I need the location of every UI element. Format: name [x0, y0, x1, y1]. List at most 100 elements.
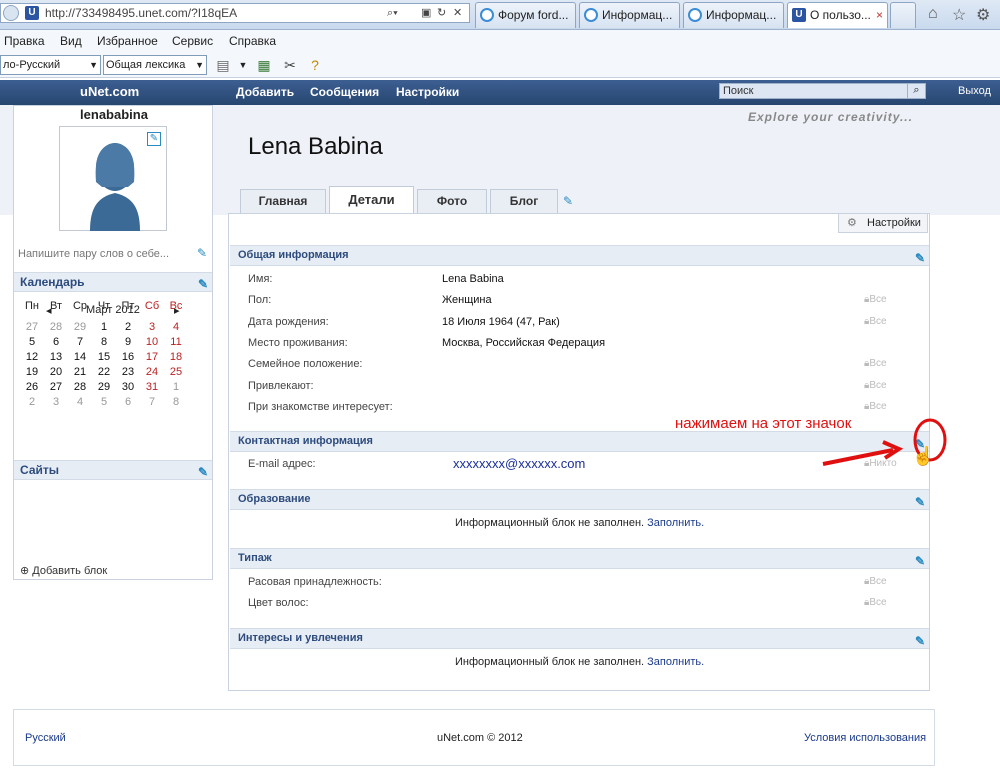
- nav-settings[interactable]: Настройки: [396, 85, 459, 99]
- pencil-icon[interactable]: ✎: [915, 552, 925, 571]
- calendar-day[interactable]: 20: [44, 366, 68, 381]
- menu-edit[interactable]: Правка: [4, 30, 45, 52]
- refresh-icon[interactable]: ↻: [437, 4, 446, 22]
- calendar-day[interactable]: 13: [44, 351, 68, 366]
- calendar-day[interactable]: 31: [140, 381, 164, 396]
- menu-tools[interactable]: Сервис: [172, 30, 213, 52]
- terms-link[interactable]: Условия использования: [804, 732, 926, 744]
- calendar-day[interactable]: 22: [92, 366, 116, 381]
- privacy-all[interactable]: 🔒︎Все: [864, 316, 887, 327]
- translate-icon[interactable]: ▤: [214, 56, 232, 74]
- privacy-all[interactable]: 🔒︎Все: [864, 380, 887, 391]
- weekday-label: Ср: [72, 300, 88, 312]
- language-link[interactable]: Русский: [25, 732, 66, 744]
- tab-photo[interactable]: Фото: [417, 189, 487, 213]
- help-icon[interactable]: ?: [306, 56, 324, 74]
- fill-link[interactable]: Заполнить.: [647, 656, 704, 668]
- new-tab-button[interactable]: [890, 2, 916, 28]
- address-url[interactable]: http://733498495.unet.com/?I18qEA: [45, 4, 237, 22]
- compat-view-icon[interactable]: ▣: [421, 4, 431, 22]
- search-icon[interactable]: ⌕▾: [387, 4, 398, 22]
- calendar-day[interactable]: 11: [164, 336, 188, 351]
- privacy-all[interactable]: 🔒︎Все: [864, 597, 887, 608]
- search-icon[interactable]: ⌕: [907, 84, 925, 98]
- stop-icon[interactable]: ✕: [453, 4, 462, 22]
- calendar-day[interactable]: 10: [140, 336, 164, 351]
- pencil-icon[interactable]: ✎: [198, 275, 208, 293]
- favorites-star-icon[interactable]: ☆: [952, 5, 966, 25]
- fill-link[interactable]: Заполнить.: [647, 517, 704, 529]
- calendar-day[interactable]: 16: [116, 351, 140, 366]
- add-block-button[interactable]: ⊕ Добавить блок: [20, 564, 107, 577]
- pencil-icon[interactable]: ✎: [915, 493, 925, 512]
- status-input[interactable]: Напишите пару слов о себе...: [18, 248, 208, 260]
- calendar-day[interactable]: 30: [116, 381, 140, 396]
- pencil-icon[interactable]: ✎: [915, 249, 925, 268]
- edit-tabs-pencil-icon[interactable]: ✎: [563, 194, 573, 208]
- calendar-day[interactable]: 27: [44, 381, 68, 396]
- browser-tab[interactable]: Информац...: [683, 2, 784, 28]
- calendar-day[interactable]: 15: [92, 351, 116, 366]
- lexicon-select[interactable]: Общая лексика ▼: [103, 55, 207, 75]
- privacy-all[interactable]: 🔒︎Все: [864, 401, 887, 412]
- avatar[interactable]: ✎: [59, 126, 167, 231]
- calendar-week: 12 13 14 15 16 17 18: [20, 351, 200, 366]
- calendar-day[interactable]: 28: [68, 381, 92, 396]
- calendar-day[interactable]: 8: [92, 336, 116, 351]
- calendar-day[interactable]: 14: [68, 351, 92, 366]
- tab-blog[interactable]: Блог: [490, 189, 558, 213]
- calendar-day[interactable]: 2: [116, 321, 140, 336]
- chevron-down-icon[interactable]: ▼: [234, 56, 252, 74]
- calendar-day[interactable]: 17: [140, 351, 164, 366]
- privacy-all[interactable]: 🔒︎Все: [864, 576, 887, 587]
- calendar-day[interactable]: 23: [116, 366, 140, 381]
- calendar-day[interactable]: 3: [140, 321, 164, 336]
- menu-help[interactable]: Справка: [229, 30, 276, 52]
- back-button[interactable]: [3, 5, 19, 21]
- calendar-day[interactable]: 18: [164, 351, 188, 366]
- calendar-day[interactable]: 19: [20, 366, 44, 381]
- gear-icon[interactable]: ⚙: [976, 5, 990, 25]
- copyright: uNet.com © 2012: [437, 732, 523, 744]
- tab-details[interactable]: Детали: [329, 186, 414, 214]
- calendar-day[interactable]: 1: [92, 321, 116, 336]
- tab-main[interactable]: Главная: [240, 189, 326, 213]
- calendar-day[interactable]: 9: [116, 336, 140, 351]
- pencil-icon[interactable]: ✎: [198, 463, 208, 481]
- calendar-day[interactable]: 24: [140, 366, 164, 381]
- calendar-day[interactable]: 21: [68, 366, 92, 381]
- logout-link[interactable]: Выход: [958, 85, 991, 97]
- close-tab-icon[interactable]: ×: [876, 3, 883, 27]
- menu-favorites[interactable]: Избранное: [97, 30, 158, 52]
- calendar-day[interactable]: 29: [92, 381, 116, 396]
- nav-messages[interactable]: Сообщения: [310, 85, 379, 99]
- privacy-all[interactable]: 🔒︎Все: [864, 358, 887, 369]
- home-icon[interactable]: ⌂: [928, 5, 938, 23]
- site-logo[interactable]: uNet.com: [80, 84, 139, 99]
- calendar-day[interactable]: 5: [20, 336, 44, 351]
- browser-tab[interactable]: Информац...: [579, 2, 680, 28]
- search-input[interactable]: Поиск ⌕: [719, 83, 926, 99]
- calendar-day[interactable]: 6: [44, 336, 68, 351]
- calendar-day[interactable]: 25: [164, 366, 188, 381]
- dictionary-icon[interactable]: ▦: [255, 56, 273, 74]
- nav-add[interactable]: Добавить: [236, 85, 294, 99]
- calendar-day[interactable]: 12: [20, 351, 44, 366]
- pencil-icon[interactable]: ✎: [915, 632, 925, 651]
- language-select[interactable]: ло-Русский ▼: [0, 55, 101, 75]
- edit-avatar-pencil-icon[interactable]: ✎: [147, 132, 161, 146]
- calendar-day[interactable]: 4: [164, 321, 188, 336]
- browser-tab-active[interactable]: UО пользо... ×: [787, 2, 888, 28]
- browser-tab[interactable]: Форум ford...: [475, 2, 576, 28]
- menu-view[interactable]: Вид: [60, 30, 82, 52]
- ie-icon: [688, 8, 702, 22]
- calendar-day[interactable]: 7: [68, 336, 92, 351]
- tools-icon[interactable]: ✂: [281, 56, 299, 74]
- ie-icon: [480, 8, 494, 22]
- privacy-all[interactable]: 🔒︎Все: [864, 294, 887, 305]
- address-bar[interactable]: U http://733498495.unet.com/?I18qEA ⌕▾ ▣…: [0, 3, 470, 23]
- edit-status-pencil-icon[interactable]: ✎: [197, 246, 207, 260]
- calendar-day[interactable]: 26: [20, 381, 44, 396]
- settings-button[interactable]: ⚙ Настройки: [838, 213, 928, 233]
- field-label: Цвет волос:: [248, 597, 309, 609]
